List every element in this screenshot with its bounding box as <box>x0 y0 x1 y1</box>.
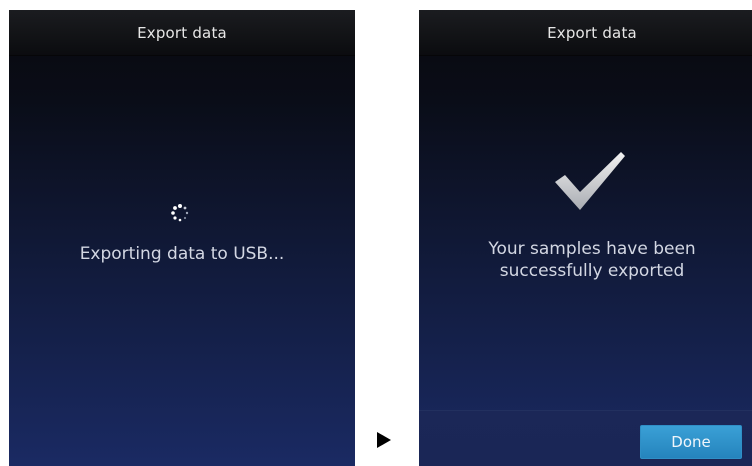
success-line-2: successfully exported <box>499 261 685 281</box>
screen-title: Export data <box>547 23 637 42</box>
export-progress-screen: Export data Exporting data to USB... <box>9 10 355 466</box>
title-bar: Export data <box>419 10 752 56</box>
bottom-action-bar: Done <box>419 410 752 466</box>
success-line-1: Your samples have been <box>488 239 696 259</box>
export-status-text: Exporting data to USB... <box>79 244 285 264</box>
title-bar: Export data <box>9 10 355 56</box>
export-success-message: Your samples have been successfully expo… <box>419 238 752 282</box>
loading-spinner-icon <box>171 204 189 222</box>
done-button[interactable]: Done <box>640 425 742 459</box>
checkmark-icon <box>555 152 625 210</box>
screen-title: Export data <box>137 23 227 42</box>
export-complete-screen: Export data Your samples have been succe… <box>419 10 752 466</box>
arrow-right-icon <box>377 432 391 448</box>
